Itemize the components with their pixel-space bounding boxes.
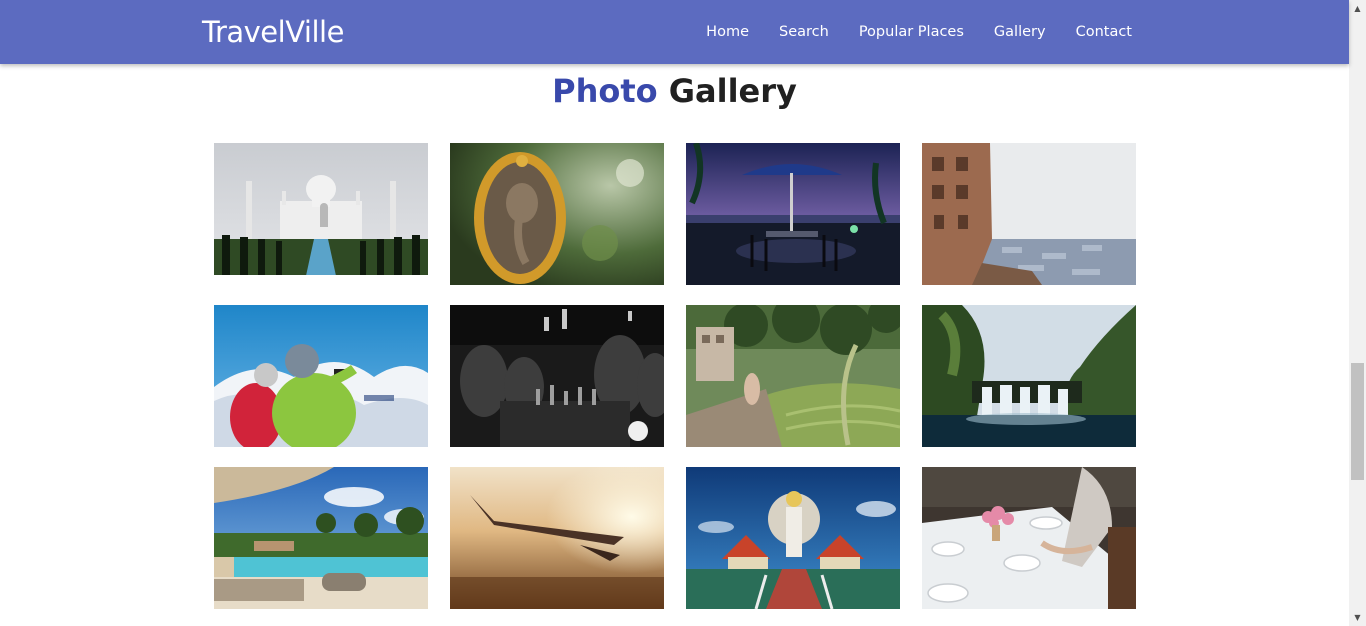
scroll-down-icon[interactable]: ▼ — [1349, 609, 1366, 626]
page-scrollbar[interactable]: ▲ ▼ — [1349, 0, 1366, 626]
nav-popular-places-link[interactable]: Popular Places — [859, 22, 964, 42]
nav-contact-link[interactable]: Contact — [1076, 22, 1132, 42]
gallery-photo-fort-blue-city[interactable] — [922, 143, 1136, 285]
gallery-photo-rice-terraces[interactable] — [686, 305, 900, 447]
gallery-photo-hikers[interactable] — [214, 305, 428, 447]
nav-links: Home Search Popular Places Gallery Conta… — [676, 22, 1132, 42]
page-title: Photo Gallery — [0, 70, 1349, 112]
nav-home-link[interactable]: Home — [706, 22, 749, 42]
gallery-photo-airplane-wing[interactable] — [450, 467, 664, 609]
nav-gallery-link[interactable]: Gallery — [994, 22, 1046, 42]
gallery-photo-waterfall[interactable] — [922, 305, 1136, 447]
gallery-photo-dining-table[interactable] — [922, 467, 1136, 609]
gallery-photo-thai-temple[interactable] — [686, 467, 900, 609]
gallery-photo-ganesha[interactable] — [450, 143, 664, 285]
page-title-rest: Gallery — [668, 72, 797, 110]
gallery-photo-taj-mahal[interactable] — [214, 143, 428, 275]
brand-logo[interactable]: TravelVille — [202, 14, 344, 50]
gallery-photo-resort-pool[interactable] — [214, 467, 428, 609]
gallery-photo-bar[interactable] — [450, 305, 664, 447]
page-title-accent: Photo — [552, 72, 658, 110]
navbar: TravelVille Home Search Popular Places G… — [0, 0, 1349, 64]
photo-gallery — [214, 143, 1136, 609]
scrollbar-thumb[interactable] — [1351, 363, 1364, 480]
scroll-up-icon[interactable]: ▲ — [1349, 0, 1366, 17]
nav-search-link[interactable]: Search — [779, 22, 829, 42]
gallery-photo-rooftop-terrace[interactable] — [686, 143, 900, 285]
